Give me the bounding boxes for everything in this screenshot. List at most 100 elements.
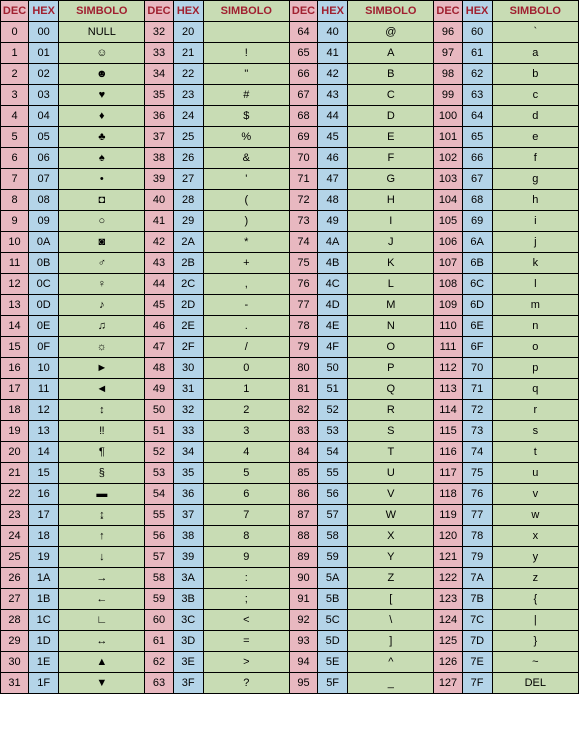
symbol-cell: *	[203, 232, 289, 253]
symbol-cell: ↨	[59, 505, 145, 526]
hex-cell: 08	[29, 190, 59, 211]
dec-cell: 65	[289, 43, 317, 64]
table-row: 808◘4028(7248H10468h	[1, 190, 579, 211]
hex-cell: 25	[173, 127, 203, 148]
dec-cell: 18	[1, 400, 29, 421]
symbol-cell: _	[348, 673, 434, 694]
symbol-cell: 1	[203, 379, 289, 400]
hex-cell: 33	[173, 421, 203, 442]
dec-cell: 51	[145, 421, 173, 442]
col-header: SIMBOLO	[348, 1, 434, 22]
symbol-cell: 6	[203, 484, 289, 505]
dec-cell: 67	[289, 85, 317, 106]
dec-cell: 39	[145, 169, 173, 190]
table-row: 2216▬543668656V11876v	[1, 484, 579, 505]
dec-cell: 25	[1, 547, 29, 568]
dec-cell: 55	[145, 505, 173, 526]
symbol-cell: l	[492, 274, 578, 295]
hex-cell: 42	[318, 64, 348, 85]
dec-cell: 126	[434, 652, 462, 673]
hex-cell: 04	[29, 106, 59, 127]
hex-cell: 38	[173, 526, 203, 547]
table-row: 271B←593B;915B[1237B{	[1, 589, 579, 610]
hex-cell: 53	[318, 421, 348, 442]
hex-cell: 12	[29, 400, 59, 421]
col-header: SIMBOLO	[492, 1, 578, 22]
hex-cell: 79	[462, 547, 492, 568]
hex-cell: 5E	[318, 652, 348, 673]
symbol-cell: k	[492, 253, 578, 274]
dec-cell: 47	[145, 337, 173, 358]
symbol-cell: ↑	[59, 526, 145, 547]
symbol-cell: i	[492, 211, 578, 232]
dec-cell: 113	[434, 379, 462, 400]
hex-cell: 19	[29, 547, 59, 568]
hex-cell: 5F	[318, 673, 348, 694]
hex-cell: 7B	[462, 589, 492, 610]
dec-cell: 37	[145, 127, 173, 148]
dec-cell: 102	[434, 148, 462, 169]
dec-cell: 71	[289, 169, 317, 190]
hex-cell: 7A	[462, 568, 492, 589]
table-row: 150F☼472F/794FO1116Fo	[1, 337, 579, 358]
symbol-cell: ♪	[59, 295, 145, 316]
dec-cell: 116	[434, 442, 462, 463]
hex-cell: 5A	[318, 568, 348, 589]
dec-cell: 26	[1, 568, 29, 589]
hex-cell: 54	[318, 442, 348, 463]
hex-cell: 52	[318, 400, 348, 421]
col-header: HEX	[462, 1, 492, 22]
hex-cell: 7C	[462, 610, 492, 631]
dec-cell: 17	[1, 379, 29, 400]
symbol-cell: 5	[203, 463, 289, 484]
hex-cell: 5D	[318, 631, 348, 652]
table-row: 291D↔613D=935D]1257D}	[1, 631, 579, 652]
table-row: 1812↕503228252R11472r	[1, 400, 579, 421]
hex-cell: 74	[462, 442, 492, 463]
hex-cell: 56	[318, 484, 348, 505]
dec-cell: 56	[145, 526, 173, 547]
symbol-cell: s	[492, 421, 578, 442]
dec-cell: 124	[434, 610, 462, 631]
symbol-cell: ↕	[59, 400, 145, 421]
hex-cell: 03	[29, 85, 59, 106]
symbol-cell: C	[348, 85, 434, 106]
symbol-cell: ○	[59, 211, 145, 232]
table-row: 1610►483008050P11270p	[1, 358, 579, 379]
hex-cell: 6F	[462, 337, 492, 358]
hex-cell: 60	[462, 22, 492, 43]
hex-cell: 5B	[318, 589, 348, 610]
dec-cell: 70	[289, 148, 317, 169]
hex-cell: 1D	[29, 631, 59, 652]
hex-cell: 20	[173, 22, 203, 43]
hex-cell: 2D	[173, 295, 203, 316]
dec-cell: 6	[1, 148, 29, 169]
dec-cell: 34	[145, 64, 173, 85]
symbol-cell: 7	[203, 505, 289, 526]
hex-cell: 30	[173, 358, 203, 379]
hex-cell: 6D	[462, 295, 492, 316]
symbol-cell: F	[348, 148, 434, 169]
dec-cell: 89	[289, 547, 317, 568]
hex-cell: 66	[462, 148, 492, 169]
symbol-cell: §	[59, 463, 145, 484]
dec-cell: 4	[1, 106, 29, 127]
symbol-cell: ☻	[59, 64, 145, 85]
hex-cell: 06	[29, 148, 59, 169]
hex-cell: 35	[173, 463, 203, 484]
symbol-cell: U	[348, 463, 434, 484]
hex-cell: 4A	[318, 232, 348, 253]
dec-cell: 30	[1, 652, 29, 673]
symbol-cell: 0	[203, 358, 289, 379]
table-row: 311F▼633F?955F_1277FDEL	[1, 673, 579, 694]
dec-cell: 58	[145, 568, 173, 589]
hex-cell: 13	[29, 421, 59, 442]
dec-cell: 12	[1, 274, 29, 295]
dec-cell: 109	[434, 295, 462, 316]
hex-cell: 62	[462, 64, 492, 85]
hex-cell: 51	[318, 379, 348, 400]
symbol-cell: ◘	[59, 190, 145, 211]
dec-cell: 122	[434, 568, 462, 589]
symbol-cell: `	[492, 22, 578, 43]
ascii-table: DECHEXSIMBOLODECHEXSIMBOLODECHEXSIMBOLOD…	[0, 0, 579, 694]
